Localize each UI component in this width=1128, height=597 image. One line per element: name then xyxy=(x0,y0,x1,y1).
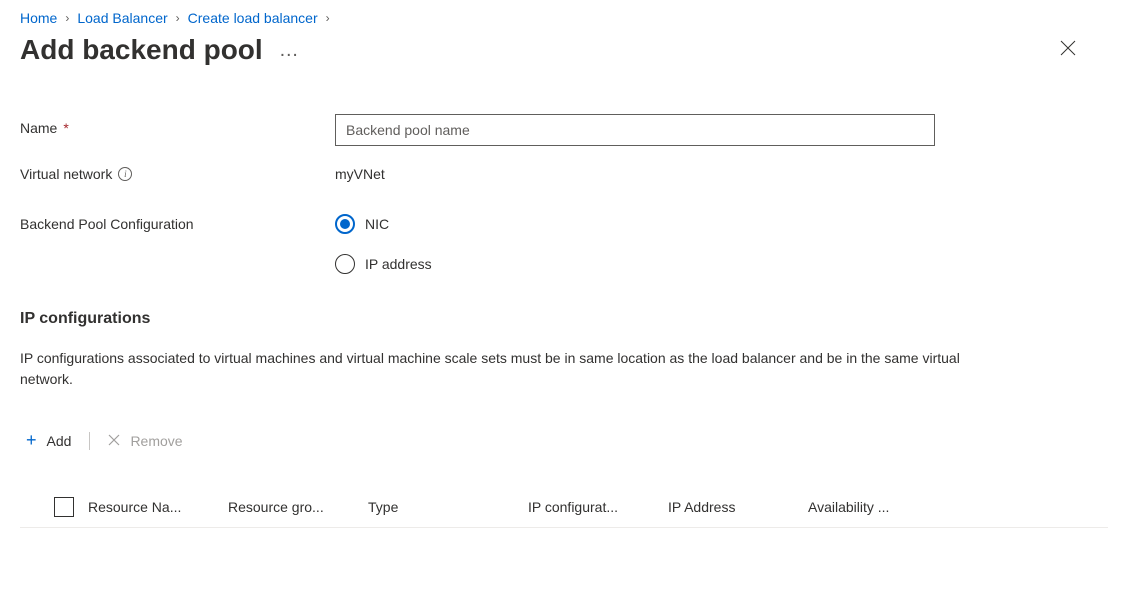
page-title: Add backend pool xyxy=(20,34,263,66)
chevron-right-icon: › xyxy=(326,11,330,25)
vnet-label: Virtual network i xyxy=(20,160,335,182)
toolbar: + Add Remove xyxy=(20,430,1108,451)
form-row-name: Name * xyxy=(20,114,1108,146)
config-label: Backend Pool Configuration xyxy=(20,210,335,232)
section-title: IP configurations xyxy=(20,310,1108,328)
radio-nic-label: NIC xyxy=(365,216,389,232)
col-ip-address[interactable]: IP Address xyxy=(668,499,808,515)
radio-nic[interactable]: NIC xyxy=(335,214,432,234)
section-description: IP configurations associated to virtual … xyxy=(20,348,980,390)
required-indicator: * xyxy=(63,120,68,136)
config-radio-group: NIC IP address xyxy=(335,210,432,274)
close-icon[interactable] xyxy=(1052,36,1084,65)
form-row-config: Backend Pool Configuration NIC IP addres… xyxy=(20,210,1108,274)
col-ip-config[interactable]: IP configurat... xyxy=(528,499,668,515)
form-row-vnet: Virtual network i myVNet xyxy=(20,160,1108,182)
breadcrumb-home[interactable]: Home xyxy=(20,10,57,26)
table-header-row: Resource Na... Resource gro... Type IP c… xyxy=(20,487,1108,528)
ip-config-table: Resource Na... Resource gro... Type IP c… xyxy=(20,487,1108,528)
add-label: Add xyxy=(47,433,72,449)
breadcrumb-create-load-balancer[interactable]: Create load balancer xyxy=(188,10,318,26)
title-row: Add backend pool … xyxy=(20,34,1108,66)
info-icon[interactable]: i xyxy=(118,167,132,181)
name-label: Name * xyxy=(20,114,335,136)
radio-icon xyxy=(335,254,355,274)
remove-label: Remove xyxy=(130,433,182,449)
chevron-right-icon: › xyxy=(176,11,180,25)
breadcrumb: Home › Load Balancer › Create load balan… xyxy=(20,10,1108,26)
chevron-right-icon: › xyxy=(65,11,69,25)
vnet-value: myVNet xyxy=(335,160,385,182)
col-availability[interactable]: Availability ... xyxy=(808,499,948,515)
name-input[interactable] xyxy=(335,114,935,146)
col-type[interactable]: Type xyxy=(368,499,528,515)
select-all-checkbox[interactable] xyxy=(54,497,74,517)
radio-icon xyxy=(335,214,355,234)
more-icon[interactable]: … xyxy=(279,39,300,62)
col-resource-group[interactable]: Resource gro... xyxy=(228,499,368,515)
radio-ip-address[interactable]: IP address xyxy=(335,254,432,274)
x-icon xyxy=(108,433,120,449)
col-checkbox xyxy=(20,497,88,517)
remove-button[interactable]: Remove xyxy=(108,433,182,449)
breadcrumb-load-balancer[interactable]: Load Balancer xyxy=(77,10,167,26)
radio-ip-label: IP address xyxy=(365,256,432,272)
plus-icon: + xyxy=(26,430,37,451)
col-resource-name[interactable]: Resource Na... xyxy=(88,499,228,515)
add-button[interactable]: + Add xyxy=(26,430,71,451)
toolbar-separator xyxy=(89,432,90,450)
